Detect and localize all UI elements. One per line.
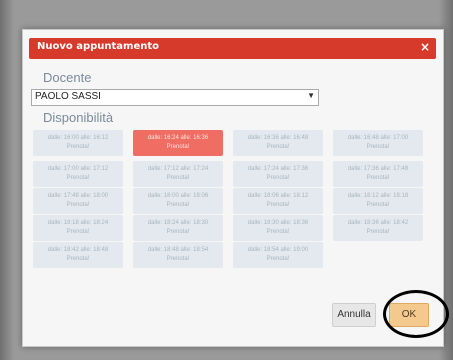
- slot-button[interactable]: dalle: 17:48 alle: 18:00 Prenota!: [33, 188, 123, 214]
- slot-time: dalle: 17:48 alle: 18:00: [47, 193, 109, 199]
- slot-button[interactable]: dalle: 16:48 alle: 17:00 Prenota!: [333, 130, 423, 156]
- slot-status: Prenota!: [166, 229, 190, 235]
- slot-status: Prenota!: [166, 202, 190, 208]
- slot-button[interactable]: dalle: 18:48 alle: 18:54 Prenota!: [133, 242, 223, 268]
- slot-button[interactable]: dalle: 18:54 alle: 19:00 Prenota!: [233, 242, 323, 268]
- slot-button[interactable]: dalle: 18:18 alle: 18:24 Prenota!: [33, 215, 123, 241]
- slot-time: dalle: 18:42 alle: 18:48: [47, 247, 109, 253]
- slot-time: dalle: 16:48 alle: 17:00: [347, 135, 409, 141]
- slot-time: dalle: 18:36 alle: 18:42: [347, 220, 409, 226]
- slot-button[interactable]: dalle: 16:00 alle: 16:12 Prenota!: [33, 130, 123, 156]
- slot-status: Prenota!: [66, 256, 90, 262]
- docente-label: Docente: [43, 70, 92, 85]
- slot-time: dalle: 18:24 alle: 18:30: [147, 220, 209, 226]
- slot-time: dalle: 17:24 alle: 17:36: [247, 166, 309, 172]
- slot-time: dalle: 16:00 alle: 16:12: [47, 135, 109, 141]
- slot-status: Prenota!: [266, 229, 290, 235]
- slot-button[interactable]: dalle: 18:30 alle: 18:36 Prenota!: [233, 215, 323, 241]
- slot-status: Prenota!: [66, 175, 90, 181]
- slot-time: dalle: 16:24 alle: 16:36: [147, 135, 209, 141]
- cancel-button[interactable]: Annulla: [332, 303, 376, 327]
- slot-button[interactable]: dalle: 17:12 alle: 17:24 Prenota!: [133, 161, 223, 187]
- slot-time: dalle: 18:12 alle: 18:18: [347, 193, 409, 199]
- slot-status: Prenota!: [266, 256, 290, 262]
- slot-time: dalle: 17:36 alle: 17:48: [347, 166, 409, 172]
- slot-status: Prenota!: [166, 144, 190, 150]
- docente-select[interactable]: PAOLO SASSI ▼: [31, 89, 319, 106]
- slot-status: Prenota!: [266, 202, 290, 208]
- slot-status: Prenota!: [366, 144, 390, 150]
- slot-button[interactable]: dalle: 18:24 alle: 18:30 Prenota!: [133, 215, 223, 241]
- slot-status: Prenota!: [166, 256, 190, 262]
- slot-status: Prenota!: [366, 229, 390, 235]
- slot-time: dalle: 17:12 alle: 17:24: [147, 166, 209, 172]
- slot-time: dalle: 18:48 alle: 18:54: [147, 247, 209, 253]
- slot-status: Prenota!: [266, 175, 290, 181]
- dialog-title: Nuovo appuntamento: [37, 41, 160, 52]
- slot-time: dalle: 16:36 alle: 16:48: [247, 135, 309, 141]
- slot-time: dalle: 18:30 alle: 18:36: [247, 220, 309, 226]
- dialog-titlebar: Nuovo appuntamento ×: [29, 38, 436, 59]
- close-icon[interactable]: ×: [420, 40, 430, 54]
- ok-button[interactable]: OK: [389, 303, 429, 327]
- slot-button[interactable]: dalle: 18:06 alle: 18:12 Prenota!: [233, 188, 323, 214]
- new-appointment-dialog: Nuovo appuntamento × Docente PAOLO SASSI…: [22, 29, 444, 347]
- slot-button[interactable]: dalle: 18:12 alle: 18:18 Prenota!: [333, 188, 423, 214]
- slot-button[interactable]: dalle: 17:36 alle: 17:48 Prenota!: [333, 161, 423, 187]
- slot-time: dalle: 17:00 alle: 17:12: [47, 166, 109, 172]
- slot-button[interactable]: dalle: 16:24 alle: 16:36 Prenota!: [133, 130, 223, 156]
- slot-button[interactable]: dalle: 18:00 alle: 18:06 Prenota!: [133, 188, 223, 214]
- slot-time: dalle: 18:06 alle: 18:12: [247, 193, 309, 199]
- chevron-down-icon: ▼: [307, 91, 315, 100]
- slot-button[interactable]: dalle: 18:42 alle: 18:48 Prenota!: [33, 242, 123, 268]
- slot-status: Prenota!: [66, 202, 90, 208]
- slot-time: dalle: 18:00 alle: 18:06: [147, 193, 209, 199]
- slot-time: dalle: 18:54 alle: 19:00: [247, 247, 309, 253]
- slot-button[interactable]: dalle: 17:24 alle: 17:36 Prenota!: [233, 161, 323, 187]
- slot-status: Prenota!: [266, 144, 290, 150]
- slot-status: Prenota!: [366, 175, 390, 181]
- slot-button[interactable]: dalle: 17:00 alle: 17:12 Prenota!: [33, 161, 123, 187]
- slot-status: Prenota!: [66, 229, 90, 235]
- slot-button[interactable]: dalle: 18:36 alle: 18:42 Prenota!: [333, 215, 423, 241]
- disponibilita-label: Disponibilità: [43, 110, 114, 125]
- docente-select-value: PAOLO SASSI: [35, 91, 101, 102]
- slot-status: Prenota!: [166, 175, 190, 181]
- slot-button[interactable]: dalle: 16:36 alle: 16:48 Prenota!: [233, 130, 323, 156]
- slot-status: Prenota!: [66, 144, 90, 150]
- slot-time: dalle: 18:18 alle: 18:24: [47, 220, 109, 226]
- slot-status: Prenota!: [366, 202, 390, 208]
